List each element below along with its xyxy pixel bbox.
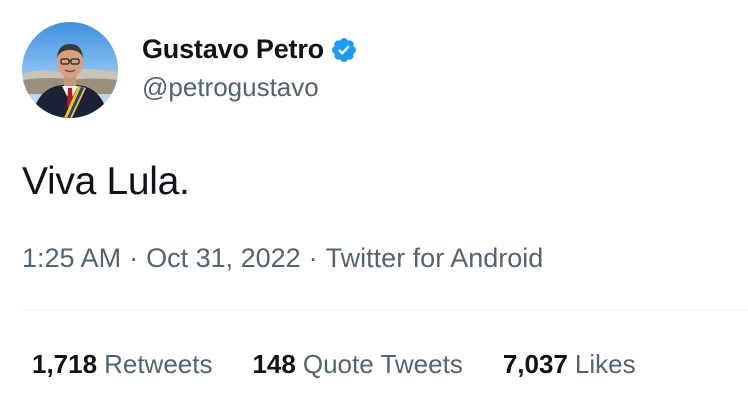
likes-stat[interactable]: 7,037 Likes — [503, 346, 636, 382]
author-display-name[interactable]: Gustavo Petro — [142, 34, 324, 65]
quote-tweets-count: 148 — [252, 349, 296, 379]
likes-label: Likes — [574, 349, 636, 379]
retweets-stat[interactable]: 1,718 Retweets — [32, 346, 212, 382]
name-row: Gustavo Petro — [142, 30, 358, 70]
meta-separator: · — [308, 243, 318, 273]
tweet-meta: 1:25 AM · Oct 31, 2022 · Twitter for Android — [22, 238, 543, 278]
meta-separator: · — [129, 243, 139, 273]
tweet-header: Gustavo Petro @petrogustavo — [22, 22, 358, 118]
tweet-time[interactable]: 1:25 AM — [22, 243, 121, 273]
retweets-count: 1,718 — [32, 349, 98, 379]
avatar[interactable] — [22, 22, 118, 118]
tweet-date[interactable]: Oct 31, 2022 — [146, 243, 301, 273]
tweet-text: Viva Lula. — [22, 160, 190, 203]
avatar-photo-icon — [22, 22, 118, 118]
author-handle[interactable]: @petrogustavo — [142, 72, 358, 103]
divider — [22, 310, 748, 311]
tweet-source[interactable]: Twitter for Android — [326, 243, 544, 273]
likes-count: 7,037 — [502, 349, 568, 379]
author-names: Gustavo Petro @petrogustavo — [142, 22, 358, 118]
engagement-stats: 1,718 Retweets 148 Quote Tweets 7,037 Likes — [32, 346, 676, 382]
retweets-label: Retweets — [104, 349, 213, 379]
quote-tweets-stat[interactable]: 148 Quote Tweets — [252, 346, 462, 382]
quote-tweets-label: Quote Tweets — [302, 349, 463, 379]
tweet-card: Gustavo Petro @petrogustavo Viva Lula. 1… — [0, 0, 748, 416]
verified-badge-icon — [330, 36, 358, 64]
